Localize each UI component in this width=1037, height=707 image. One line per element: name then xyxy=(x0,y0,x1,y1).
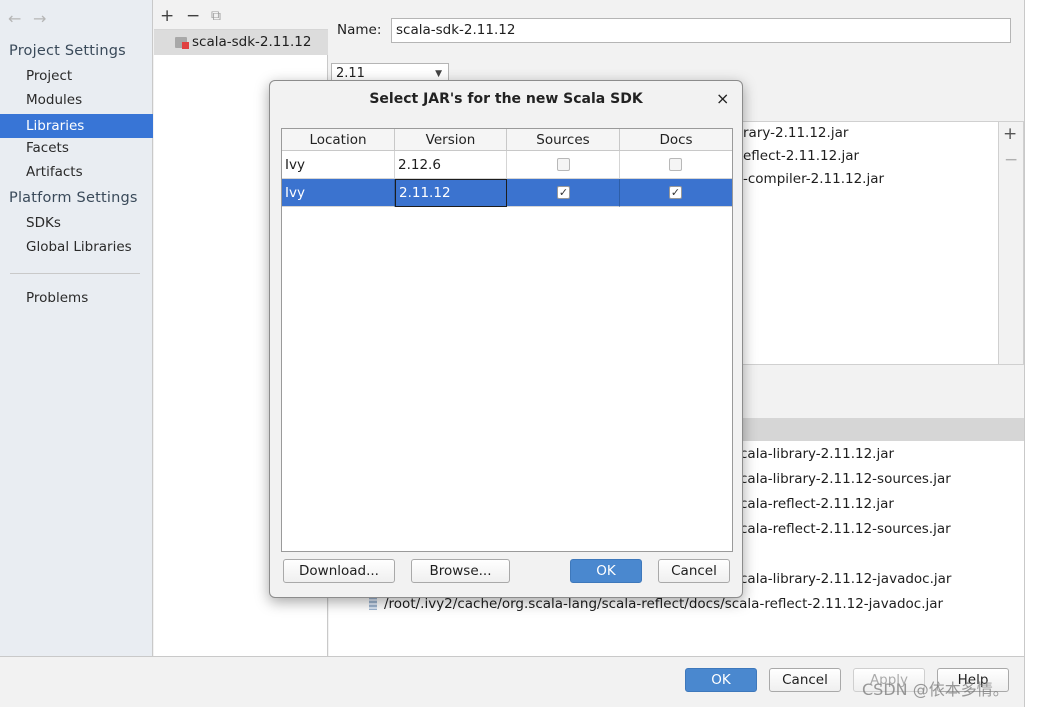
cell-location: Ivy xyxy=(282,179,395,207)
copy-library-icon[interactable]: ⧉ xyxy=(211,8,221,24)
jar-versions-table: Location Version Sources Docs Ivy 2.12.6… xyxy=(281,128,733,552)
settings-sidebar: ← → Project Settings Project Modules Lib… xyxy=(0,0,153,656)
watermark: CSDN @依本多情。 xyxy=(862,680,1009,699)
column-header-version[interactable]: Version xyxy=(395,129,507,151)
docs-jar-item[interactable]: /root/.ivy2/cache/org.scala-lang/scala-r… xyxy=(369,596,943,612)
sources-checkbox[interactable]: ✓ xyxy=(557,186,570,199)
classes-jar-item[interactable]: rary-2.11.12.jar xyxy=(743,125,848,141)
table-row-selected[interactable]: Ivy 2.11.12 ✓ ✓ xyxy=(282,179,732,207)
remove-root-icon[interactable]: − xyxy=(1004,150,1018,170)
column-header-sources[interactable]: Sources xyxy=(507,129,620,151)
column-header-docs[interactable]: Docs xyxy=(620,129,732,151)
library-item-label: scala-sdk-2.11.12 xyxy=(192,34,312,50)
docs-jar-item[interactable]: cala-library-2.11.12-javadoc.jar xyxy=(740,571,951,587)
cell-docs xyxy=(620,151,732,179)
dialog-cancel-button[interactable]: Cancel xyxy=(658,559,730,583)
close-icon[interactable]: × xyxy=(716,89,729,108)
select-jars-dialog: Select JAR's for the new Scala SDK × Loc… xyxy=(269,80,743,598)
docs-checkbox[interactable]: ✓ xyxy=(669,186,682,199)
library-error-badge-icon xyxy=(182,42,189,49)
sidebar-item-global-libraries[interactable]: Global Libraries xyxy=(26,239,132,255)
cell-location: Ivy xyxy=(282,151,395,179)
cell-version-editing[interactable]: 2.11.12 xyxy=(395,179,507,207)
classes-jar-item[interactable]: eflect-2.11.12.jar xyxy=(743,148,859,164)
cell-docs: ✓ xyxy=(620,179,732,207)
scala-version-value: 2.11 xyxy=(336,66,365,81)
classes-side-toolbar: + − xyxy=(999,121,1024,365)
library-item[interactable]: scala-sdk-2.11.12 xyxy=(154,30,328,55)
dialog-title: Select JAR's for the new Scala SDK xyxy=(369,91,643,107)
dialog-ok-button[interactable]: OK xyxy=(570,559,642,583)
sidebar-item-libraries[interactable]: Libraries xyxy=(0,114,153,138)
sidebar-item-modules[interactable]: Modules xyxy=(26,92,82,108)
browse-button[interactable]: Browse... xyxy=(411,559,510,583)
editor-edge-strip xyxy=(1024,0,1037,707)
docs-jar-path: /root/.ivy2/cache/org.scala-lang/scala-r… xyxy=(384,596,944,612)
sidebar-item-project[interactable]: Project xyxy=(26,68,72,84)
jar-file-icon xyxy=(369,597,377,610)
cell-version[interactable]: 2.12.6 xyxy=(395,151,507,179)
download-button[interactable]: Download... xyxy=(283,559,395,583)
chevron-down-icon: ▼ xyxy=(435,69,442,79)
docs-checkbox[interactable] xyxy=(669,158,682,171)
sources-jar-item[interactable]: cala-reflect-2.11.12-sources.jar xyxy=(740,521,951,537)
project-settings-heading: Project Settings xyxy=(9,43,126,59)
column-header-location[interactable]: Location xyxy=(282,129,395,151)
platform-settings-heading: Platform Settings xyxy=(9,190,138,206)
cell-sources xyxy=(507,151,620,179)
sidebar-item-problems[interactable]: Problems xyxy=(26,290,88,306)
name-label: Name: xyxy=(337,22,382,38)
library-toolbar: + − ⧉ xyxy=(154,0,328,30)
add-library-icon[interactable]: + xyxy=(160,6,174,26)
sidebar-item-facets[interactable]: Facets xyxy=(26,140,69,156)
ok-button[interactable]: OK xyxy=(685,668,757,692)
add-root-icon[interactable]: + xyxy=(1003,124,1017,144)
sidebar-divider xyxy=(10,273,140,274)
sources-jar-item[interactable]: cala-reflect-2.11.12.jar xyxy=(740,496,894,512)
sidebar-item-artifacts[interactable]: Artifacts xyxy=(26,164,83,180)
table-row[interactable]: Ivy 2.12.6 xyxy=(282,151,732,179)
cancel-button[interactable]: Cancel xyxy=(769,668,841,692)
sources-jar-item[interactable]: cala-library-2.11.12-sources.jar xyxy=(740,471,951,487)
sources-checkbox[interactable] xyxy=(557,158,570,171)
remove-library-icon[interactable]: − xyxy=(186,6,200,26)
cell-sources: ✓ xyxy=(507,179,620,207)
sidebar-item-sdks[interactable]: SDKs xyxy=(26,215,61,231)
forward-arrow-icon[interactable]: → xyxy=(33,9,46,28)
sources-jar-item[interactable]: cala-library-2.11.12.jar xyxy=(740,446,894,462)
back-arrow-icon[interactable]: ← xyxy=(8,9,21,28)
classes-jar-item[interactable]: -compiler-2.11.12.jar xyxy=(743,171,884,187)
library-name-input[interactable]: scala-sdk-2.11.12 xyxy=(391,18,1011,43)
